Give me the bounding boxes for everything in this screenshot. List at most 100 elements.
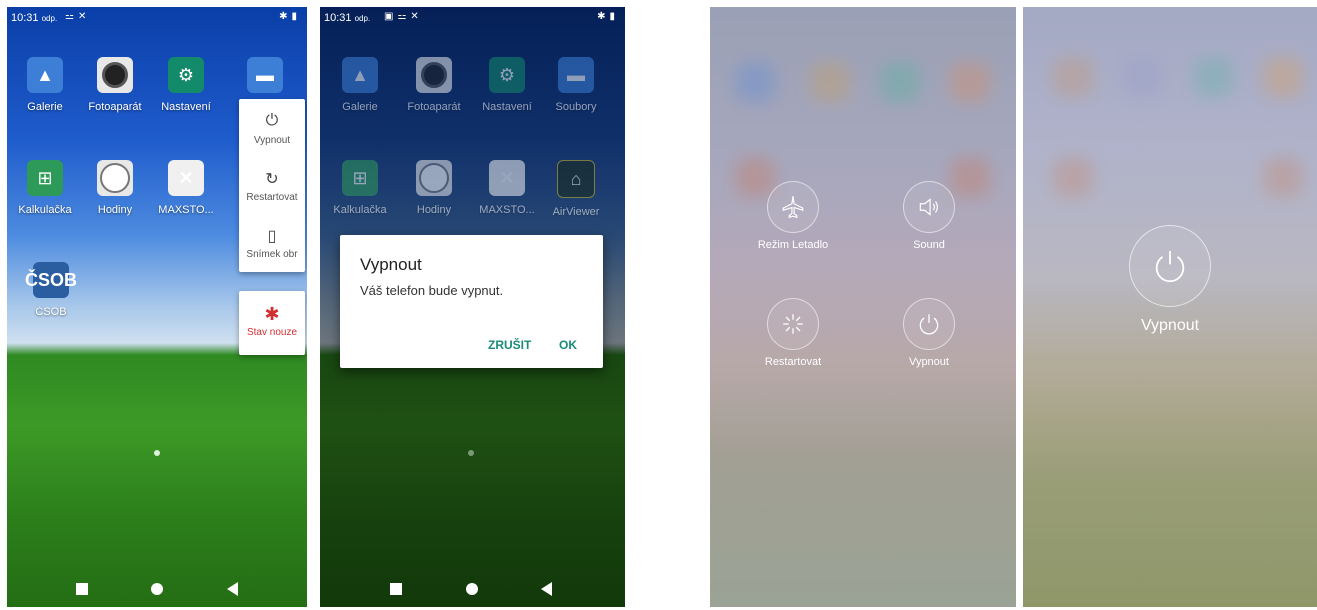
app-csob[interactable]: ČSOB ČSOB — [19, 262, 83, 318]
gear-icon: ⚙ — [168, 57, 204, 93]
bluetooth-battery-icons: ✱▮ — [279, 11, 301, 22]
option-label: Snímek obr — [246, 249, 298, 260]
power-icon — [903, 298, 955, 350]
calculator-icon: ⊞ — [27, 160, 63, 196]
sound-button[interactable]: Sound — [879, 181, 979, 251]
app-maxsto: ✕ MAXSTO... — [475, 160, 539, 216]
folder-icon: ▬ — [247, 57, 283, 93]
asterisk-icon: ✱ — [264, 304, 280, 324]
app-fotoaparat[interactable]: Fotoaparát — [83, 57, 147, 113]
clock-icon — [97, 160, 133, 196]
nav-bar — [320, 567, 625, 607]
app-hodiny: Hodiny — [402, 160, 466, 216]
camera-icon — [416, 57, 452, 93]
blurred-app — [880, 62, 920, 102]
clock-icon — [416, 160, 452, 196]
app-label: Fotoaparát — [407, 101, 461, 113]
status-bar: 10:31 odp. ▣⚍✕ ✱▮ — [320, 7, 625, 29]
restart-icon: ↻ — [265, 171, 279, 188]
cancel-button[interactable]: ZRUŠIT — [488, 338, 531, 352]
csob-icon: ČSOB — [25, 262, 77, 298]
app-hodiny[interactable]: Hodiny — [83, 160, 147, 216]
blurred-app — [1123, 57, 1163, 97]
power-off-button[interactable]: Vypnout — [879, 298, 979, 368]
page-indicator — [154, 450, 160, 456]
app-label: Galerie — [342, 101, 378, 113]
app-label: Fotoaparát — [88, 101, 142, 113]
app-airviewer: ⌂ AirViewer — [544, 160, 608, 218]
page-indicator — [468, 450, 474, 456]
blurred-app — [1053, 57, 1093, 97]
option-label: Stav nouze — [246, 327, 298, 338]
app-label: Soubory — [555, 101, 597, 113]
home-button[interactable] — [466, 583, 478, 595]
emergency-menu: ✱ Stav nouze — [239, 291, 305, 355]
app-label: Hodiny — [416, 204, 452, 216]
airplane-mode-button[interactable]: Režim Letadlo — [743, 181, 843, 251]
phone-screen-power-menu: 10:31 odp. ⚍✕ ✱▮ ▲ Galerie Fotoaparát ⚙ … — [7, 7, 307, 607]
app-label: MAXSTO... — [158, 204, 214, 216]
maxsto-icon: ✕ — [489, 160, 525, 196]
power-icon: ⏻ — [265, 112, 279, 129]
app-label: Galerie — [27, 101, 63, 113]
blurred-app — [1263, 57, 1303, 97]
option-label: Restartovat — [246, 192, 298, 203]
app-nastaveni: ⚙ Nastavení — [475, 57, 539, 113]
app-galerie[interactable]: ▲ Galerie — [13, 57, 77, 113]
app-files[interactable]: ▬ — [233, 57, 297, 93]
emergency-option[interactable]: ✱ Stav nouze — [239, 291, 305, 348]
airviewer-icon: ⌂ — [557, 160, 595, 198]
button-label: Vypnout — [1140, 317, 1200, 334]
loading-icon — [767, 298, 819, 350]
button-label: Sound — [913, 239, 945, 251]
app-galerie: ▲ Galerie — [328, 57, 392, 113]
app-kalkulacka[interactable]: ⊞ Kalkulačka — [13, 160, 77, 216]
dialog-title: Vypnout — [360, 255, 422, 274]
status-time: 10:31 odp. — [324, 12, 371, 24]
airplane-icon — [767, 181, 819, 233]
blurred-app — [1193, 57, 1233, 97]
screenshot-icon: ▯ — [267, 228, 277, 245]
restart-option[interactable]: ↻ Restartovat — [239, 156, 305, 213]
phone-screen-power-options: Režim Letadlo Sound Restartovat Vypnout — [710, 7, 1016, 607]
option-label: Vypnout — [253, 135, 291, 146]
app-label: Kalkulačka — [333, 204, 387, 216]
gear-icon: ⚙ — [489, 57, 525, 93]
app-nastaveni[interactable]: ⚙ Nastavení — [154, 57, 218, 113]
gallery-icon: ▲ — [342, 57, 378, 93]
shutdown-dialog: Vypnout Váš telefon bude vypnut. ZRUŠIT … — [340, 235, 603, 368]
bluetooth-battery-icons: ✱▮ — [597, 11, 619, 22]
blurred-app — [810, 62, 850, 102]
maxsto-icon: ✕ — [168, 160, 204, 196]
app-label: ČSOB — [35, 306, 67, 318]
back-button[interactable] — [227, 582, 238, 596]
speaker-icon — [903, 181, 955, 233]
blurred-app — [735, 62, 775, 102]
calculator-icon: ⊞ — [342, 160, 378, 196]
app-label: Nastavení — [161, 101, 211, 113]
folder-icon: ▬ — [558, 57, 594, 93]
button-label: Režim Letadlo — [757, 239, 829, 251]
recents-button[interactable] — [390, 583, 402, 595]
network-icon: ▣⚍✕ — [384, 11, 423, 22]
network-icon: ⚍✕ — [65, 11, 91, 22]
status-bar: 10:31 odp. ⚍✕ ✱▮ — [7, 7, 307, 29]
home-button[interactable] — [151, 583, 163, 595]
app-label: Kalkulačka — [18, 204, 72, 216]
power-menu: ⏻ Vypnout ↻ Restartovat ▯ Snímek obr — [239, 99, 305, 272]
gallery-icon: ▲ — [27, 57, 63, 93]
app-label: AirViewer — [552, 206, 600, 218]
camera-icon — [97, 57, 133, 93]
blurred-app — [1263, 157, 1303, 197]
power-off-option[interactable]: ⏻ Vypnout — [239, 99, 305, 156]
app-fotoaparat: Fotoaparát — [402, 57, 466, 113]
restart-button[interactable]: Restartovat — [743, 298, 843, 368]
power-off-button[interactable]: Vypnout — [1120, 225, 1220, 335]
screenshot-option[interactable]: ▯ Snímek obr — [239, 213, 305, 270]
ok-button[interactable]: OK — [559, 338, 577, 352]
button-label: Vypnout — [909, 356, 949, 368]
back-button[interactable] — [541, 582, 552, 596]
recents-button[interactable] — [76, 583, 88, 595]
app-soubory: ▬ Soubory — [544, 57, 608, 113]
app-maxsto[interactable]: ✕ MAXSTO... — [154, 160, 218, 216]
